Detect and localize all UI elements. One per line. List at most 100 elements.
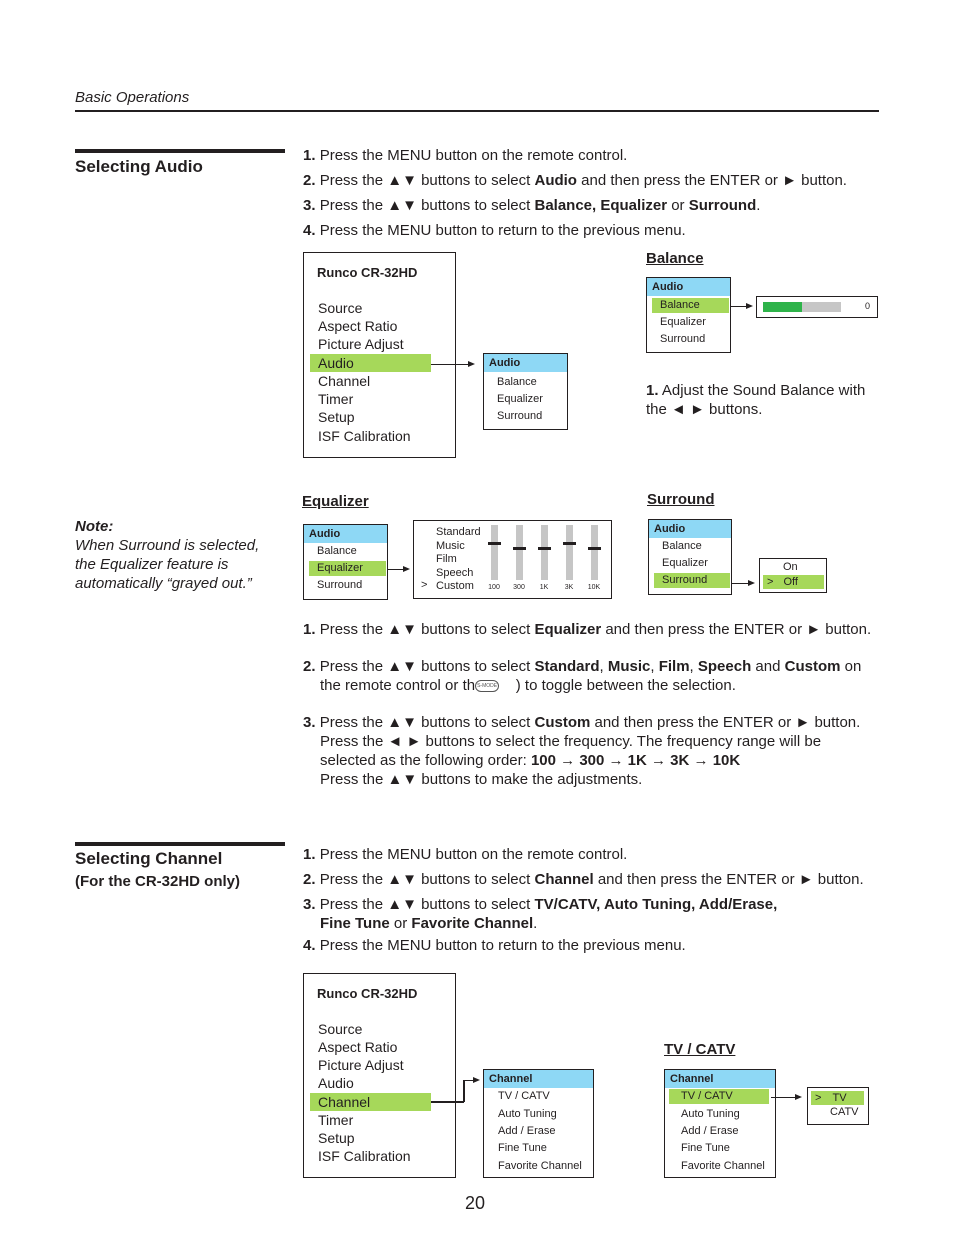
menu-item-source[interactable]: Source [310, 299, 431, 317]
eq-slider-track-300[interactable] [516, 525, 523, 580]
tvcatv-options: > TV CATV [807, 1087, 869, 1125]
audio-step-1: 1. Press the MENU button on the remote c… [303, 147, 628, 164]
menu-item-aspect-ratio[interactable]: Aspect Ratio [310, 1038, 431, 1056]
equalizer-panel: Standard Music Film Speech Custom > 100 3… [413, 520, 612, 599]
page-number: 20 [465, 1193, 486, 1213]
section-title-audio: Selecting Audio [75, 157, 203, 176]
submenu-item-auto-tuning[interactable]: Auto Tuning [490, 1107, 557, 1122]
submenu-item-add-erase[interactable]: Add / Erase [673, 1124, 738, 1139]
submenu-item-surround[interactable]: Surround [654, 573, 730, 588]
arrow-line [771, 1097, 796, 1099]
submenu-item-surround[interactable]: Surround [309, 578, 362, 593]
tvcatv-option-catv[interactable]: CATV [830, 1106, 859, 1118]
eq-slider-knob-300[interactable] [513, 547, 526, 550]
balance-track[interactable] [763, 302, 841, 312]
menu-item-isf-calibration[interactable]: ISF Calibration [310, 1147, 431, 1165]
eq-slider-track-3k[interactable] [566, 525, 573, 580]
submenu-item-surround[interactable]: Surround [652, 332, 705, 347]
arrow-right-icon [468, 361, 475, 367]
submenu-item-auto-tuning[interactable]: Auto Tuning [673, 1107, 740, 1122]
s-mode-button-icon: S-MODE [475, 680, 500, 693]
submenu-item-favorite-channel[interactable]: Favorite Channel [673, 1159, 765, 1174]
connector-line [463, 1080, 465, 1102]
submenu-item-balance[interactable]: Balance [489, 375, 537, 390]
menu-item-isf-calibration[interactable]: ISF Calibration [310, 427, 431, 445]
running-header: Basic Operations [75, 89, 190, 106]
note: Note: When Surround is selected, the Equ… [75, 517, 275, 593]
submenu-item-tv-catv[interactable]: TV / CATV [490, 1089, 550, 1104]
submenu-item-equalizer[interactable]: Equalizer [309, 561, 386, 576]
eq-preset-music[interactable]: Music [436, 540, 481, 554]
submenu-item-balance[interactable]: Balance [654, 539, 702, 554]
menu-item-audio[interactable]: Audio [310, 354, 431, 372]
cursor: > [815, 1092, 822, 1104]
menu-item-channel[interactable]: Channel [310, 372, 431, 390]
balance-submenu: Audio Balance Equalizer Surround [646, 277, 731, 353]
submenu-item-equalizer[interactable]: Equalizer [652, 315, 706, 330]
menu-item-setup[interactable]: Setup [310, 408, 431, 426]
menu-item-picture-adjust[interactable]: Picture Adjust [310, 1056, 431, 1074]
tvcatv-option-tv[interactable]: > TV [811, 1091, 864, 1105]
submenu-item-surround[interactable]: Surround [489, 409, 542, 424]
eq-slider-knob-1k[interactable] [538, 547, 551, 550]
balance-title: Balance [646, 250, 704, 267]
submenu-header: Channel [484, 1070, 593, 1088]
eq-slider-track-10k[interactable] [591, 525, 598, 580]
eq-slider-knob-3k[interactable] [563, 542, 576, 545]
eq-preset-film[interactable]: Film [436, 553, 481, 567]
eq-step-3: 3. Press the ▲▼ buttons to select Custom… [303, 714, 861, 731]
channel-submenu: Channel TV / CATV Auto Tuning Add / Eras… [483, 1069, 594, 1178]
note-label: Note: [75, 518, 114, 535]
eq-preset-custom[interactable]: Custom [436, 580, 481, 594]
arrow-right-icon [748, 580, 755, 586]
channel-step-3-line2: Fine Tune or Favorite Channel. [320, 915, 538, 932]
channel-steps: 1. Press the MENU button on the remote c… [303, 842, 864, 958]
eq-slider-knob-100[interactable] [488, 542, 501, 545]
submenu-item-equalizer[interactable]: Equalizer [654, 556, 708, 571]
arrow-right-icon [795, 1094, 802, 1100]
equalizer-steps: 1. Press the ▲▼ buttons to select Equali… [303, 620, 871, 789]
audio-step-4: 4. Press the MENU button to return to th… [303, 222, 686, 239]
eq-preset-standard[interactable]: Standard [436, 526, 481, 540]
section-bar [75, 149, 285, 153]
surround-option-off[interactable]: > Off [763, 575, 824, 589]
menu-item-aspect-ratio[interactable]: Aspect Ratio [310, 317, 431, 335]
menu-item-timer[interactable]: Timer [310, 1111, 431, 1129]
submenu-item-tv-catv[interactable]: TV / CATV [669, 1089, 769, 1104]
submenu-item-fine-tune[interactable]: Fine Tune [673, 1141, 730, 1156]
submenu-item-balance[interactable]: Balance [652, 298, 729, 313]
menu-item-setup[interactable]: Setup [310, 1129, 431, 1147]
submenu-header: Audio [484, 354, 567, 372]
arrow-right-icon [746, 303, 753, 309]
balance-bar-box: 0 [756, 296, 878, 318]
submenu-item-add-erase[interactable]: Add / Erase [490, 1124, 555, 1139]
submenu-item-favorite-channel[interactable]: Favorite Channel [490, 1159, 582, 1174]
channel-step-2: 2. Press the ▲▼ buttons to select Channe… [303, 871, 864, 888]
surround-option-on[interactable]: On [783, 561, 798, 573]
balance-fill [763, 302, 802, 312]
eq-slider-knob-10k[interactable] [588, 547, 601, 550]
submenu-item-fine-tune[interactable]: Fine Tune [490, 1141, 547, 1156]
eq-step-3-line2: Press the ◄ ► buttons to select the freq… [320, 733, 822, 750]
submenu-item-equalizer[interactable]: Equalizer [489, 392, 543, 407]
arrow-right-icon [473, 1077, 480, 1083]
submenu-item-balance[interactable]: Balance [309, 544, 357, 559]
section-subtitle-channel: (For the CR-32HD only) [75, 873, 240, 890]
eq-band-label: 10K [587, 584, 601, 591]
eq-preset-speech[interactable]: Speech [436, 567, 481, 581]
tvcatv-submenu: Channel TV / CATV Auto Tuning Add / Eras… [664, 1069, 776, 1178]
eq-slider-track-100[interactable] [491, 525, 498, 580]
eq-bands: 100 300 1K 3K 10K [484, 525, 609, 595]
balance-instruction: 1. Adjust the Sound Balance with the ◄ ►… [646, 382, 866, 418]
menu-item-channel[interactable]: Channel [310, 1093, 431, 1111]
menu-item-picture-adjust[interactable]: Picture Adjust [310, 335, 431, 353]
menu-item-timer[interactable]: Timer [310, 390, 431, 408]
eq-slider-track-1k[interactable] [541, 525, 548, 580]
arrow-line [431, 364, 471, 366]
menu-item-audio[interactable]: Audio [310, 1074, 431, 1092]
main-menu-audio: Runco CR-32HD Source Aspect Ratio Pictur… [303, 252, 456, 458]
channel-step-4: 4. Press the MENU button to return to th… [303, 937, 686, 954]
eq-band-label: 3K [564, 584, 574, 591]
note-text: When Surround is selected, the Equalizer… [75, 537, 260, 592]
menu-item-source[interactable]: Source [310, 1020, 431, 1038]
